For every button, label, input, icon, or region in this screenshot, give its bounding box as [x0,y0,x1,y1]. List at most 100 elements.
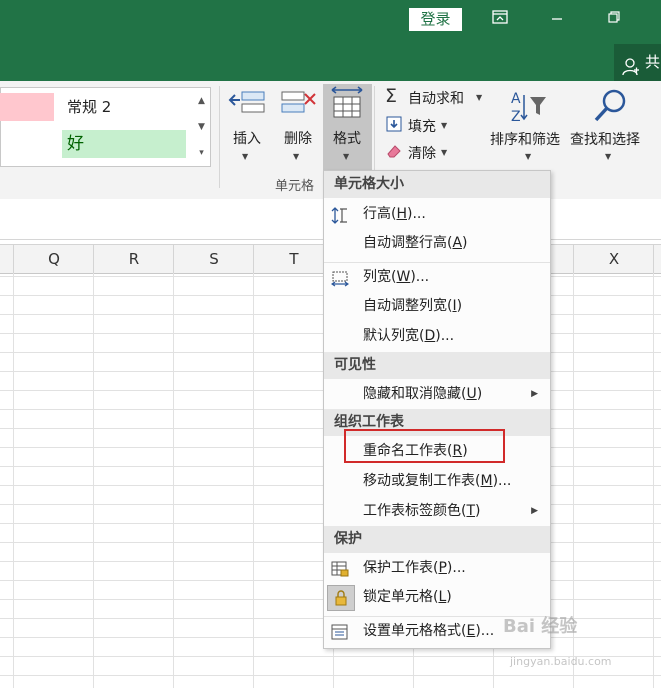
share-label: 共 [645,53,661,71]
watermark: Bai 经验 [503,616,578,637]
menu-item-hide-unhide[interactable]: 隐藏和取消隐藏(U) ▶ [324,380,550,409]
menu-item-text: 设置单元格格式( [363,623,467,639]
menu-item-tail: ) [475,503,481,519]
style-normal2[interactable]: 常规 2 [67,96,111,117]
delete-cells-icon[interactable] [279,86,317,120]
login-button[interactable]: 登录 [409,8,462,31]
svg-text:Z: Z [511,109,521,125]
restore-icon[interactable] [602,8,626,30]
clear-label[interactable]: 清除 [408,143,436,163]
menu-item-text: 自动调整列宽( [363,298,453,314]
ribbon-display-icon[interactable] [488,8,512,30]
ribbon-separator [219,86,220,188]
menu-item-autofit-column-width[interactable]: 自动调整列宽(I) [324,292,550,321]
lock-cell-icon [327,585,355,611]
column-header-s[interactable]: S [173,245,254,273]
minimize-icon[interactable] [545,8,569,30]
column-width-icon [330,269,350,287]
column-header-r[interactable]: R [93,245,174,273]
menu-item-tail: )... [410,269,430,285]
menu-item-text: 行高( [363,206,397,222]
menu-item-accel: D [424,328,436,344]
find-select-label[interactable]: 查找和选择 [570,129,640,149]
insert-label[interactable]: 插入 [228,128,266,148]
menu-item-text: 自动调整行高( [363,235,453,251]
menu-item-accel: M [480,473,493,489]
protect-sheet-icon [331,560,349,577]
insert-dropdown-icon[interactable]: ▼ [242,152,248,161]
autosum-dropdown-icon[interactable]: ▼ [476,93,482,102]
menu-item-accel: H [396,206,407,222]
style-good[interactable]: 好 [62,130,186,158]
submenu-arrow-icon: ▶ [531,389,538,399]
column-header-q[interactable]: Q [13,245,94,273]
format-label: 格式 [333,131,361,147]
column-header-x[interactable]: X [573,245,654,273]
menu-item-tail: ) [456,298,463,314]
sort-filter-dropdown-icon[interactable]: ▼ [525,152,531,161]
format-cells-icon [331,623,349,640]
fill-dropdown-icon[interactable]: ▼ [441,121,447,130]
menu-item-column-width[interactable]: 列宽(W)... [324,262,550,291]
fill-label[interactable]: 填充 [408,116,436,136]
menu-item-accel: E [466,623,476,639]
column-header-edge [653,245,661,273]
autosum-label[interactable]: 自动求和 [408,88,464,108]
gallery-more-icon[interactable]: ▾ [193,140,210,166]
menu-item-tail: )... [435,328,455,344]
format-dropdown-menu: 单元格大小 行高(H)... 自动调整行高(A) 列宽(W)... 自动调整列宽… [323,170,551,649]
menu-item-text: 移动或复制工作表( [363,473,481,489]
menu-item-protect-sheet[interactable]: 保护工作表(P)... [324,554,550,583]
menu-item-text: 保护工作表( [363,560,439,576]
menu-item-tail: )... [407,206,426,222]
menu-item-tail: ) [446,589,452,605]
gallery-up-icon[interactable]: ▲ [193,88,210,114]
row-height-icon [331,206,349,224]
gallery-down-icon[interactable]: ▼ [193,114,210,140]
fill-down-icon[interactable] [386,116,402,132]
menu-item-autofit-row-height[interactable]: 自动调整行高(A) [324,229,550,258]
menu-item-tab-color[interactable]: 工作表标签颜色(T) ▶ [324,497,550,526]
sort-filter-label[interactable]: 排序和筛选 [490,129,560,149]
find-select-icon[interactable] [590,87,630,125]
menu-item-text: 列宽( [363,269,397,285]
delete-label[interactable]: 删除 [279,128,317,148]
menu-item-tail: )... [475,623,495,639]
watermark-url: jingyan.baidu.com [510,655,612,668]
menu-item-tail: )... [492,473,512,489]
insert-cells-icon[interactable] [228,86,266,120]
menu-item-move-copy-sheet[interactable]: 移动或复制工作表(M)... [324,467,550,496]
menu-item-accel: A [452,235,463,251]
rename-highlight-box [344,429,505,463]
svg-text:A: A [511,91,521,107]
menu-item-text: 工作表标签颜色( [363,503,467,519]
autosum-icon[interactable]: Σ [385,87,403,106]
clear-dropdown-icon[interactable]: ▼ [441,148,447,157]
menu-item-text: 隐藏和取消隐藏( [363,386,467,402]
cells-group-label: 单元格 [275,179,315,194]
menu-item-row-height[interactable]: 行高(H)... [324,200,550,229]
menu-section-cell-size: 单元格大小 [324,171,550,198]
gallery-scroll: ▲ ▼ ▾ [193,87,211,167]
menu-item-text: 锁定单元格( [363,589,439,605]
menu-item-default-width[interactable]: 默认列宽(D)... [324,322,550,351]
menu-item-accel: P [438,560,447,576]
menu-item-tail: ) [476,386,483,402]
menu-item-accel: T [466,503,476,519]
menu-item-text: 默认列宽( [363,328,425,344]
delete-dropdown-icon[interactable]: ▼ [293,152,299,161]
column-header-t[interactable]: T [253,245,334,273]
eraser-icon[interactable] [386,143,402,159]
find-select-dropdown-icon[interactable]: ▼ [605,152,611,161]
format-cells-icon [328,86,366,120]
menu-item-tail: ) [462,235,468,251]
sort-filter-icon[interactable]: AZ [508,89,548,125]
menu-item-tail: )... [446,560,466,576]
person-icon [622,53,640,76]
submenu-arrow-icon: ▶ [531,506,538,516]
menu-section-protection: 保护 [324,526,550,553]
format-dropdown-icon: ▼ [343,152,350,161]
menu-item-lock-cell[interactable]: 锁定单元格(L) [324,583,550,612]
style-bad-swatch[interactable] [0,93,54,121]
share-button[interactable]: 共 [614,44,661,81]
